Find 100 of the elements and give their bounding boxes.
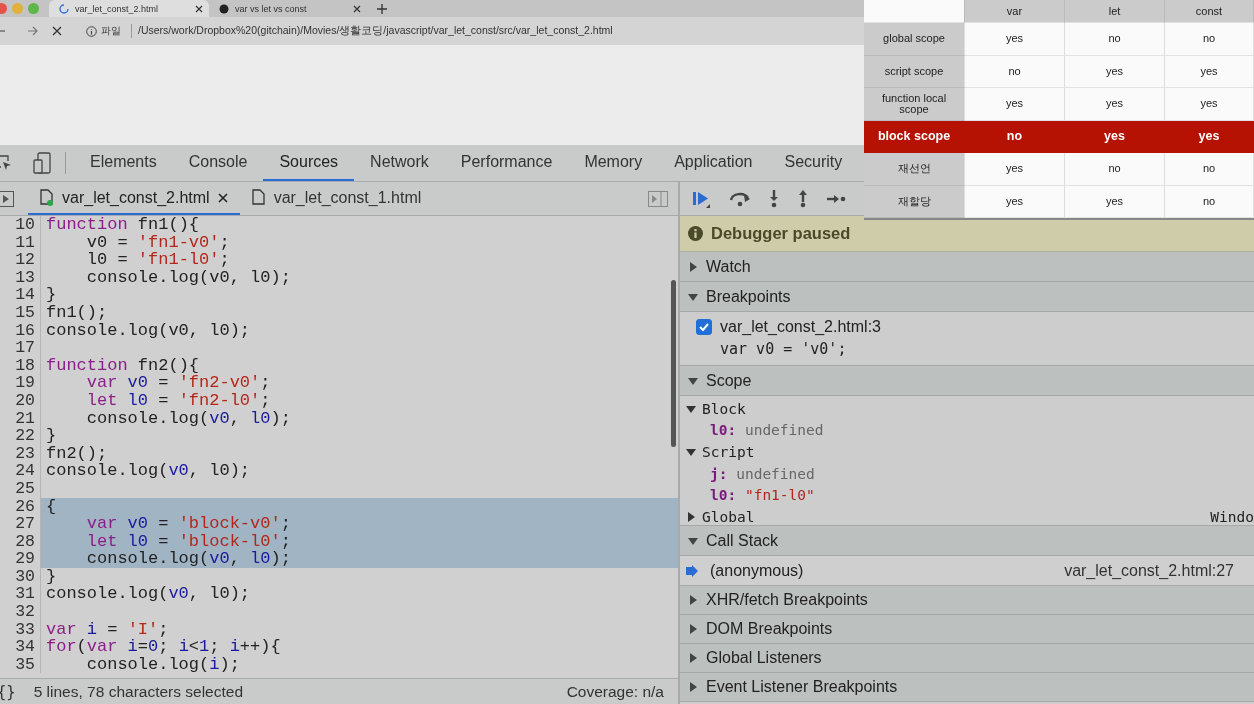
step-out-icon[interactable] — [797, 188, 809, 209]
section-header[interactable]: DOM Breakpoints — [680, 615, 1254, 644]
info-icon — [86, 25, 97, 37]
inspect-icon[interactable] — [0, 155, 12, 171]
panel-tab[interactable]: Elements — [74, 145, 173, 181]
column-header: var — [965, 0, 1065, 23]
table-cell: no — [1165, 185, 1254, 218]
coverage-info: Coverage: n/a — [566, 682, 664, 701]
line-number: 24 — [0, 462, 41, 480]
section-header[interactable]: Scope — [680, 366, 1254, 396]
code-line: v0 = 'fn1-v0'; — [85, 232, 230, 252]
file-icon — [251, 189, 266, 206]
table-cell: no — [965, 120, 1065, 153]
panel-tab[interactable]: Memory — [568, 145, 659, 181]
line-number: 11 — [0, 233, 41, 252]
code-line: var i = 'I'; — [46, 619, 169, 639]
forward-icon[interactable] — [28, 26, 38, 36]
code-line: let l0 = 'block-l0'; — [86, 531, 291, 551]
row-header: script scope — [864, 55, 965, 88]
table-cell: no — [965, 55, 1065, 88]
table-cell: yes — [1165, 88, 1254, 121]
table-cell: yes — [1065, 185, 1165, 218]
panel-tab[interactable]: Security — [768, 145, 859, 181]
code-line: for(var i=0; i<1; i++){ — [46, 637, 281, 657]
section-header[interactable]: Event Listener Breakpoints — [680, 673, 1254, 702]
browser-tab[interactable]: var_let_const_2.html — [49, 0, 209, 17]
line-number: 13 — [0, 268, 41, 287]
table-cell: no — [1165, 23, 1254, 56]
section-header[interactable]: Call Stack — [680, 526, 1254, 556]
line-number: 20 — [0, 391, 41, 410]
panel-tab[interactable]: Network — [354, 145, 445, 181]
code-line: { — [46, 496, 57, 516]
panel-tab[interactable]: Console — [172, 145, 264, 181]
check-icon — [699, 323, 709, 331]
device-toolbar-icon[interactable] — [33, 152, 51, 174]
checkbox[interactable] — [696, 319, 712, 335]
code-line: } — [46, 426, 57, 446]
code-line: console.log(v0, l0); — [46, 461, 251, 481]
column-header: const — [1165, 0, 1254, 23]
line-number: 19 — [0, 374, 41, 392]
panel-tab[interactable]: Application — [658, 145, 769, 181]
new-tab-icon[interactable] — [377, 3, 387, 14]
table-cell: yes — [965, 88, 1065, 121]
scheme-label: 파일 — [101, 24, 121, 38]
step-into-icon[interactable] — [768, 188, 780, 209]
paused-message: Debugger paused — [711, 224, 851, 243]
breakpoint-location[interactable]: var_let_const_2.html:3 — [720, 318, 881, 336]
file-tab[interactable]: var_let_const_1.html — [239, 182, 434, 215]
table-cell: no — [1165, 153, 1254, 186]
code-line: console.log(i); — [85, 654, 240, 674]
scope-name[interactable]: Global — [702, 508, 755, 525]
browser-tab[interactable]: var vs let vs const — [209, 0, 367, 17]
table-cell: no — [1065, 153, 1165, 186]
line-number: 12 — [0, 251, 41, 269]
line-number: 18 — [0, 356, 41, 375]
code-line: l0 = 'fn1-l0'; — [85, 250, 230, 270]
section-header[interactable]: XHR/fetch Breakpoints — [680, 586, 1254, 615]
panel-tab[interactable]: Performance — [444, 145, 569, 181]
table-cell: yes — [965, 153, 1065, 186]
table-cell: yes — [1065, 120, 1165, 153]
line-number: 15 — [0, 303, 41, 322]
breakpoint-code: var v0 = 'v0'; — [720, 340, 847, 358]
row-header: 재선언 — [864, 153, 965, 186]
code-line: fn1(); — [46, 302, 108, 322]
debugger-toggle-icon[interactable] — [648, 190, 668, 207]
code-line: function fn1(){ — [46, 216, 200, 234]
navigator-toggle-icon[interactable] — [0, 190, 14, 207]
line-number: 30 — [0, 567, 41, 586]
section-header[interactable]: Breakpoints — [680, 282, 1254, 312]
code-line: function fn2(){ — [46, 355, 200, 375]
close-icon[interactable] — [195, 4, 203, 13]
close-icon[interactable] — [353, 4, 361, 13]
selection-info: 5 lines, 78 characters selected — [33, 682, 244, 701]
table-cell: no — [1065, 23, 1165, 56]
code-line: console.log(v0, l0); — [46, 584, 251, 604]
scrollbar-thumb[interactable] — [671, 280, 676, 447]
line-number: 17 — [0, 339, 41, 357]
section-header[interactable]: Global Listeners — [680, 644, 1254, 673]
scope-name[interactable]: Script — [702, 444, 755, 460]
code-line: console.log(v0, l0); — [46, 320, 251, 340]
url-text[interactable]: /Users/work/Dropbox%20(gitchain)/Movies/생활코딩/javascript/var_let_const/src/var_let_const_2.html — [138, 24, 613, 38]
code-line: var v0 = 'fn2-v0'; — [86, 373, 271, 393]
line-number: 34 — [0, 638, 41, 656]
line-number: 33 — [0, 620, 41, 639]
line-number: 31 — [0, 585, 41, 604]
file-icon — [40, 189, 54, 206]
section-header[interactable]: Watch — [680, 252, 1254, 282]
code-line: } — [46, 566, 57, 586]
line-number: 32 — [0, 603, 41, 621]
close-icon[interactable] — [217, 192, 228, 203]
line-number: 25 — [0, 479, 41, 498]
scope-name[interactable]: Block — [702, 400, 746, 417]
scope-value: Windo — [1210, 508, 1254, 525]
scope-variable: l0: undefined — [710, 422, 824, 439]
table-cell: yes — [1165, 120, 1254, 153]
line-number: 35 — [0, 655, 41, 674]
row-header: function local scope — [864, 88, 965, 121]
code-line: var v0 = 'block-v0'; — [86, 514, 291, 534]
line-number: 16 — [0, 321, 41, 340]
stop-icon[interactable] — [52, 26, 62, 36]
